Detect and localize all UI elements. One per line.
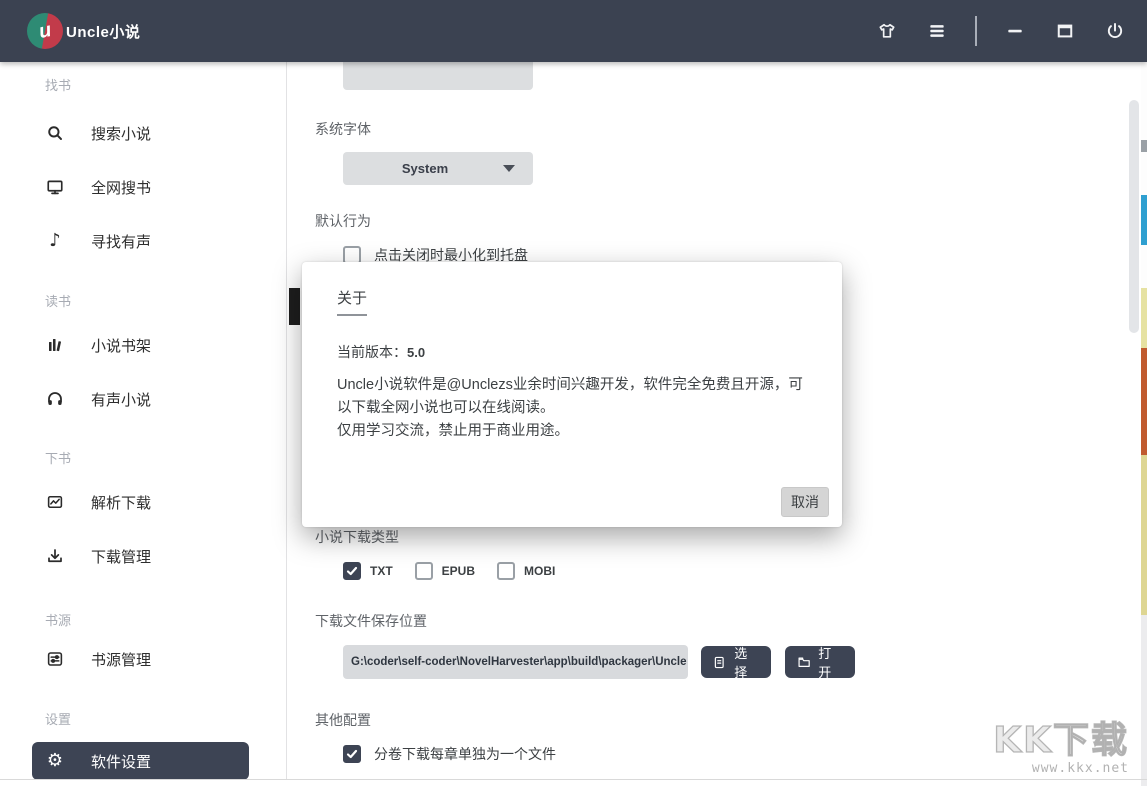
sidebar-item-label: 书源管理 (91, 649, 151, 670)
background-page-sliver (1141, 62, 1147, 786)
titlebar: u Uncle小说 (0, 0, 1147, 62)
epub-checkbox[interactable] (415, 562, 433, 580)
sidebar-item-label: 全网搜书 (91, 177, 151, 198)
epub-label: EPUB (442, 564, 475, 578)
sidebar-item-label: 解析下载 (91, 492, 151, 513)
vertical-scrollbar-thumb[interactable] (1129, 100, 1139, 333)
gear-icon: ⚙ (45, 751, 65, 771)
mobi-checkbox[interactable] (497, 562, 515, 580)
choose-path-label: 选择 (734, 643, 759, 681)
sidebar-item-label: 搜索小说 (91, 123, 151, 144)
bookshelf-icon (45, 335, 65, 355)
app-title: Uncle小说 (66, 21, 140, 42)
dialog-version: 当前版本：5.0 (337, 342, 425, 362)
sidebar-item-label: 小说书架 (91, 335, 151, 356)
system-font-select[interactable]: System (343, 152, 533, 185)
save-path-value: G:\coder\self-coder\NovelHarvester\app\b… (351, 656, 687, 668)
headphones-icon (45, 389, 65, 409)
system-font-value: System (402, 161, 448, 176)
sidebar-item-search-novel[interactable]: 搜索小说 (45, 121, 151, 145)
open-path-label: 打开 (818, 643, 843, 681)
sidebar-item-label: 有声小说 (91, 389, 151, 410)
sidebar-section-source: 书源 (45, 610, 71, 629)
system-font-label: 系统字体 (315, 119, 371, 139)
txt-checkbox[interactable] (343, 562, 361, 580)
sidebar-item-find-audio[interactable]: ♪ 寻找有声 (45, 229, 151, 253)
save-path-input[interactable]: G:\coder\self-coder\NovelHarvester\app\b… (343, 645, 688, 679)
sidebar-item-label: 软件设置 (91, 751, 151, 772)
sidebar-section-download: 下书 (45, 448, 71, 467)
search-icon (45, 123, 65, 143)
obscured-tab-indicator (289, 288, 300, 325)
app-window: u Uncle小说 (0, 0, 1147, 786)
titlebar-divider (975, 16, 977, 46)
about-dialog: 关于 当前版本：5.0 Uncle小说软件是@Unclezs业余时间兴趣开发，软… (302, 262, 842, 527)
download-icon (45, 546, 65, 566)
split-volume-checkbox[interactable] (343, 745, 361, 763)
split-volume-row[interactable]: 分卷下载每章单独为一个文件 (343, 744, 556, 764)
download-type-label: 小说下载类型 (315, 527, 399, 547)
sidebar-item-web-search[interactable]: 全网搜书 (45, 175, 151, 199)
sidebar-item-software-settings[interactable]: ⚙ 软件设置 (32, 742, 249, 780)
sidebar-item-label: 下载管理 (91, 546, 151, 567)
sidebar-section-settings: 设置 (45, 709, 71, 728)
minimize-icon[interactable] (1003, 19, 1027, 43)
monitor-icon (45, 177, 65, 197)
open-path-button[interactable]: 打开 (785, 646, 855, 678)
music-note-icon: ♪ (45, 231, 65, 251)
other-config-label: 其他配置 (315, 710, 371, 730)
txt-label: TXT (370, 564, 393, 578)
chevron-down-icon (503, 165, 515, 172)
sidebar-item-label: 寻找有声 (91, 231, 151, 252)
power-close-icon[interactable] (1103, 19, 1127, 43)
app-logo-icon: u (27, 13, 63, 49)
save-location-label: 下载文件保存位置 (315, 611, 427, 631)
download-type-row: TXT EPUB MOBI (343, 562, 555, 580)
sidebar-section-read: 读书 (45, 291, 71, 310)
sidebar-item-parse-download[interactable]: 解析下载 (45, 490, 151, 514)
version-value: 5.0 (407, 345, 425, 360)
sidebar-item-book-source[interactable]: 书源管理 (45, 647, 151, 671)
choose-path-button[interactable]: 选择 (701, 646, 771, 678)
default-behavior-label: 默认行为 (315, 211, 371, 231)
menu-icon[interactable] (925, 19, 949, 43)
book-source-icon (45, 649, 65, 669)
sidebar-item-audio-novel[interactable]: 有声小说 (45, 387, 151, 411)
cancel-button[interactable]: 取消 (781, 487, 829, 517)
dialog-description: Uncle小说软件是@Unclezs业余时间兴趣开发，软件完全免费且开源，可以下… (337, 374, 812, 443)
mobi-label: MOBI (524, 564, 555, 578)
dialog-title: 关于 (337, 287, 367, 308)
window-bottom-border (0, 779, 1147, 780)
split-volume-label: 分卷下载每章单独为一个文件 (374, 744, 556, 764)
sidebar: 找书 搜索小说 全网搜书 ♪ 寻找有声 读书 (0, 62, 287, 779)
skin-theme-icon[interactable] (875, 19, 899, 43)
sidebar-item-download-manager[interactable]: 下载管理 (45, 544, 151, 568)
maximize-icon[interactable] (1053, 19, 1077, 43)
dialog-title-underline (337, 314, 367, 316)
parse-download-icon (45, 492, 65, 512)
version-label: 当前版本： (337, 344, 407, 360)
sidebar-section-find: 找书 (45, 75, 71, 94)
sidebar-item-bookshelf[interactable]: 小说书架 (45, 333, 151, 357)
